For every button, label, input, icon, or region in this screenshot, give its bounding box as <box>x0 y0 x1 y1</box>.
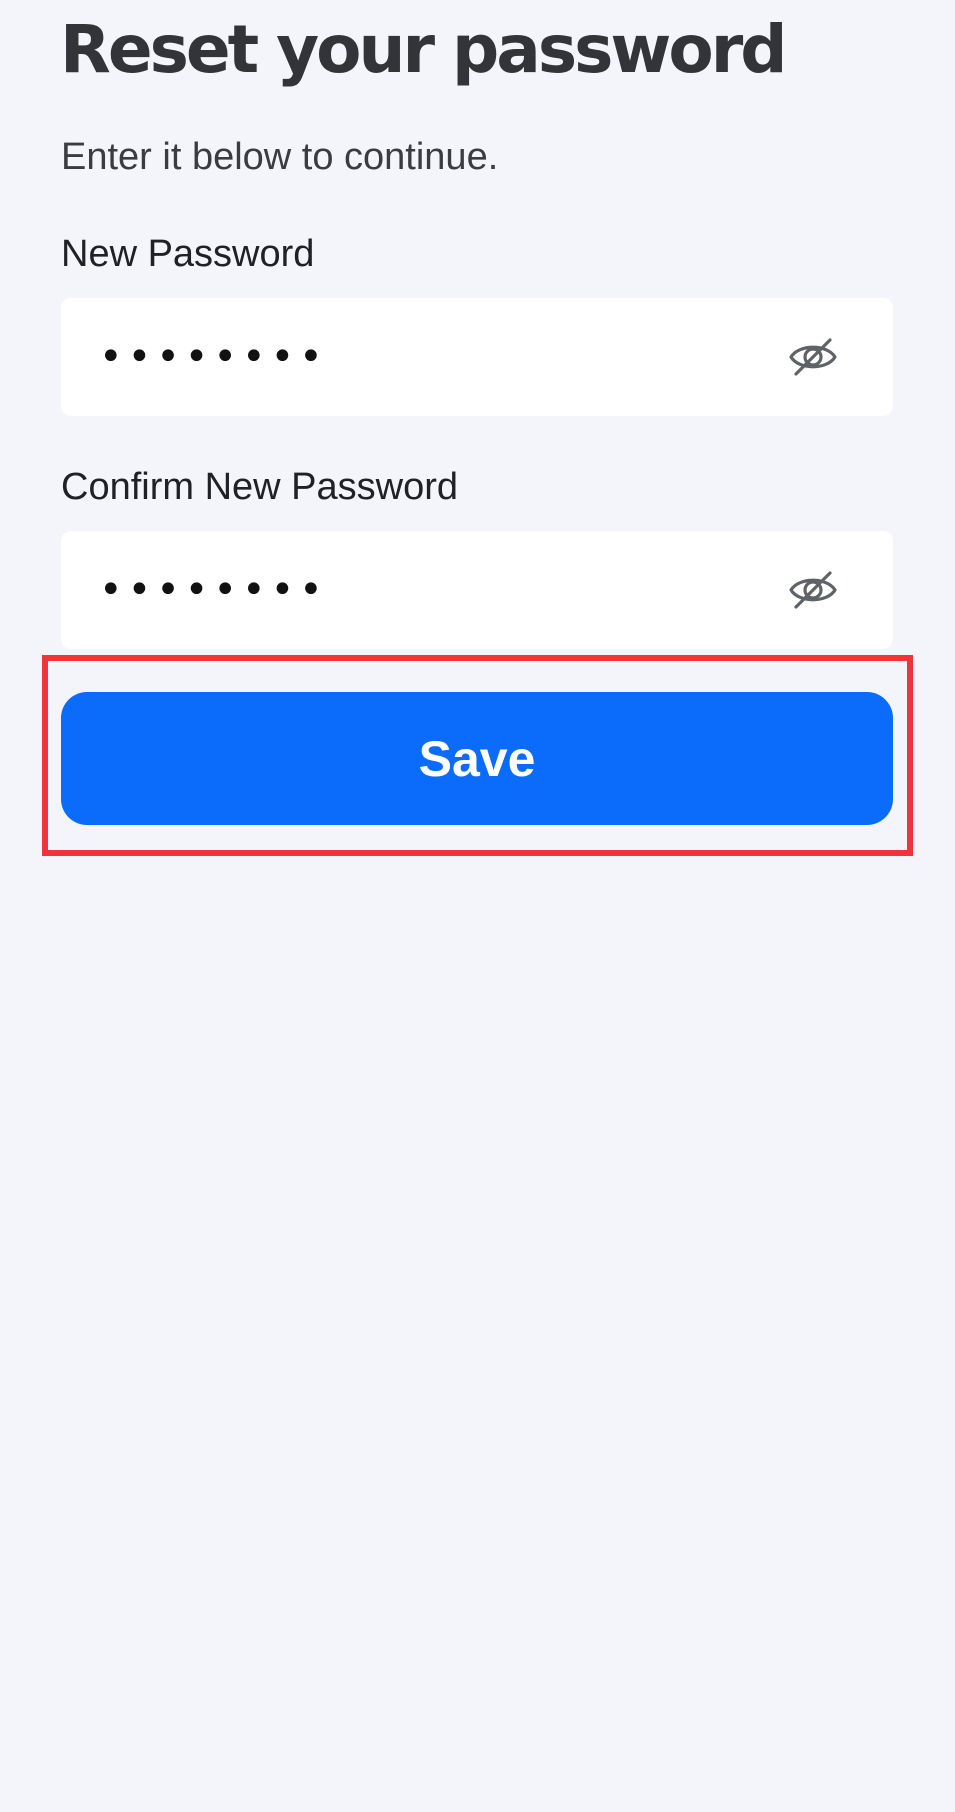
eye-off-icon[interactable] <box>787 569 839 611</box>
new-password-field[interactable] <box>61 298 893 416</box>
confirm-password-label: Confirm New Password <box>61 466 458 508</box>
page-subtitle: Enter it below to continue. <box>61 136 499 178</box>
confirm-password-input[interactable] <box>99 553 749 627</box>
eye-off-icon[interactable] <box>787 336 839 378</box>
save-button[interactable]: Save <box>61 692 893 825</box>
new-password-label: New Password <box>61 233 315 275</box>
confirm-password-field[interactable] <box>61 531 893 649</box>
page-title: Reset your password <box>60 11 787 88</box>
new-password-input[interactable] <box>99 320 749 394</box>
